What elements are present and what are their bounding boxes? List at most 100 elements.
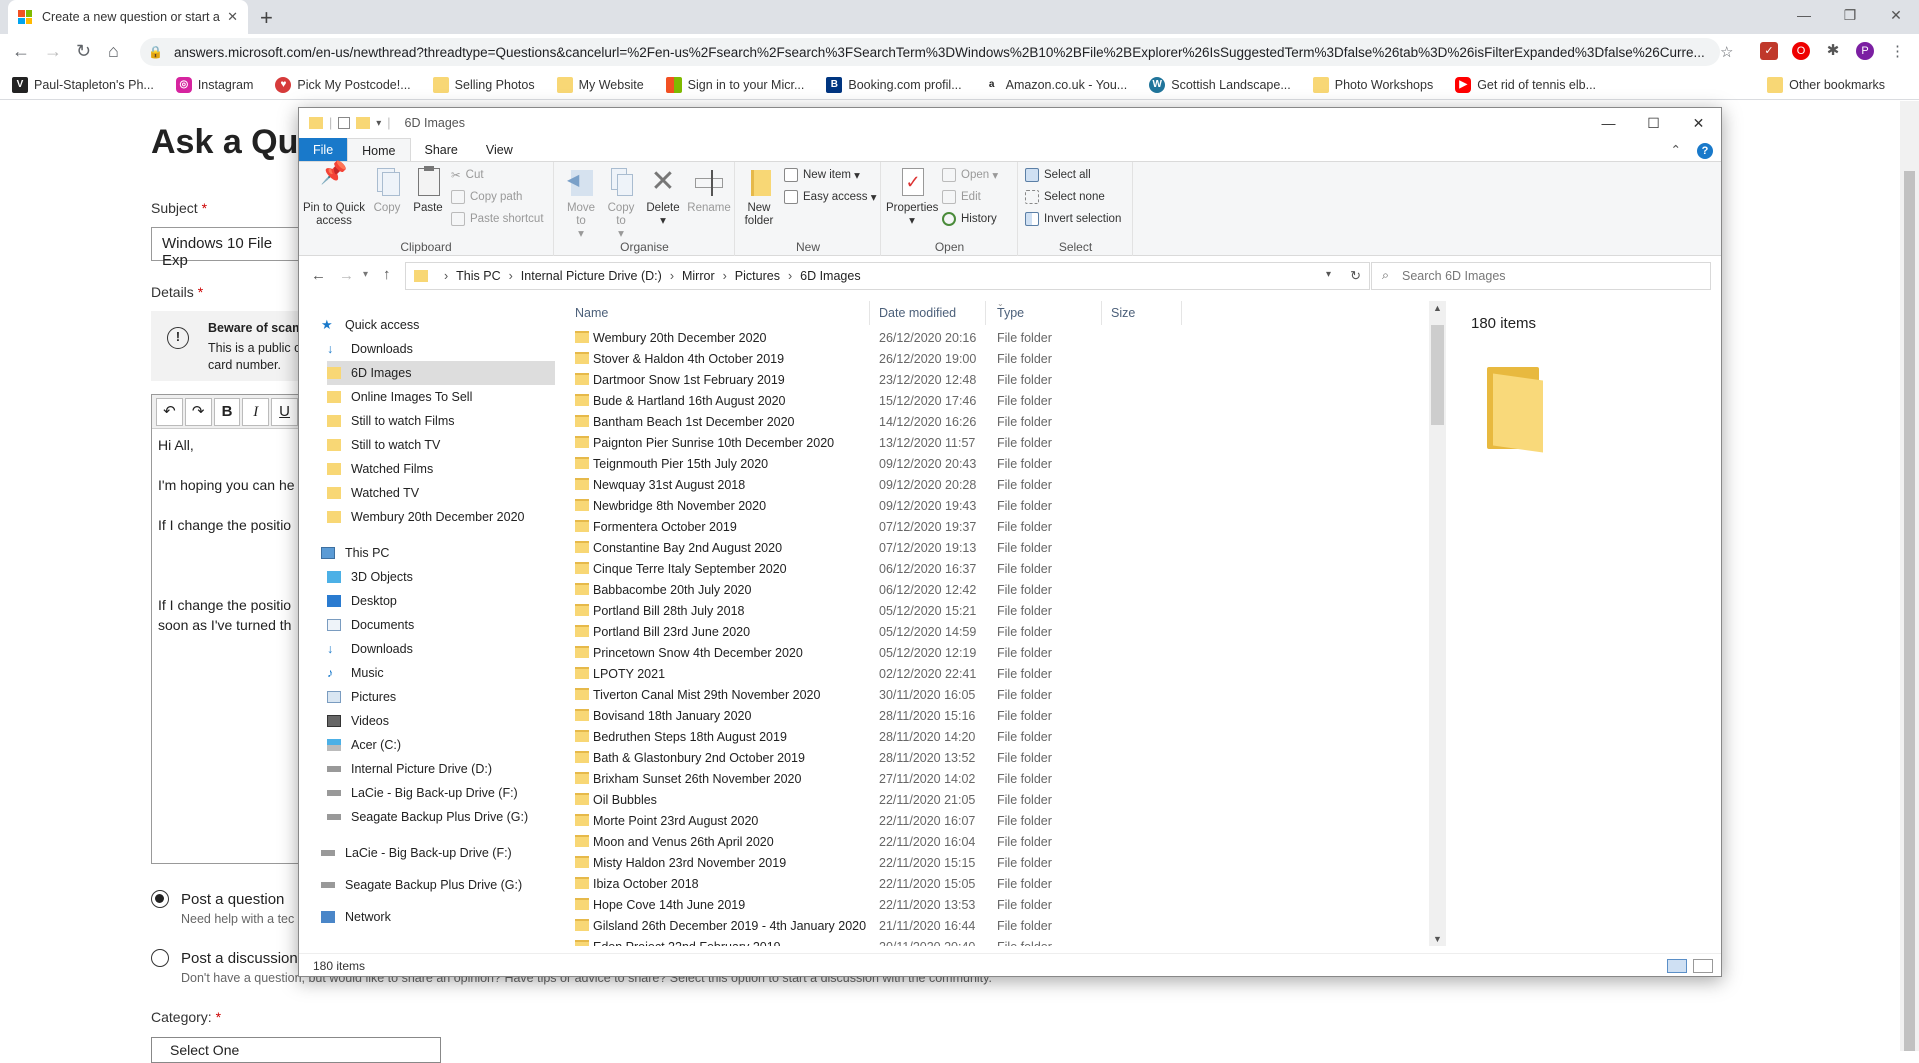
tab-home[interactable]: Home [347, 138, 411, 161]
copy-button[interactable]: Copy [369, 166, 405, 215]
invert-selection-button[interactable]: Invert selection [1025, 212, 1121, 226]
column-type[interactable]: Type [997, 306, 1024, 320]
nav-3d-objects[interactable]: 3D Objects [327, 565, 555, 589]
profile-avatar[interactable]: P [1856, 42, 1874, 60]
open-button[interactable]: Open ▾ [942, 168, 998, 182]
nav-downloads[interactable]: ↓ Downloads [327, 637, 555, 661]
pin-quick-access-button[interactable]: 📌 Pin to Quick access [303, 162, 365, 228]
nav-watched-tv[interactable]: Watched TV📌 [327, 481, 555, 505]
nav-downloads-pinned[interactable]: ↓Downloads📌 [327, 337, 555, 361]
nav-drive-f[interactable]: LaCie - Big Back-up Drive (F:) [327, 781, 555, 805]
nav-6d-images[interactable]: 6D Images📌 [327, 361, 555, 385]
tab-view[interactable]: View [472, 138, 527, 161]
nav-drive-g[interactable]: Seagate Backup Plus Drive (G:) [327, 805, 555, 829]
file-row[interactable]: Cinque Terre Italy September 2020 06/12/2… [567, 558, 1447, 579]
up-icon[interactable]: ↑ [383, 266, 391, 283]
nav-drive-d[interactable]: Internal Picture Drive (D:) [327, 757, 555, 781]
address-path[interactable]: › This PC › Internal Picture Drive (D:) › … [405, 262, 1370, 290]
file-row[interactable]: Stover & Haldon 4th October 2019 26/12/20… [567, 348, 1447, 369]
file-row[interactable]: Oil Bubbles 22/11/2020 21:05 File folder [567, 789, 1447, 810]
properties-button[interactable]: ✓ Properties ▾ [886, 166, 938, 228]
details-view-icon[interactable] [1667, 959, 1687, 973]
large-icons-view-icon[interactable] [1693, 959, 1713, 973]
italic-icon[interactable]: I [242, 397, 270, 426]
delete-button[interactable]: ✕ Delete ▾ [643, 166, 683, 228]
nav-watched-films[interactable]: Watched Films📌 [327, 457, 555, 481]
history-button[interactable]: History [942, 212, 997, 226]
file-row[interactable]: Newquay 31st August 2018 09/12/2020 20:28… [567, 474, 1447, 495]
scroll-up-icon[interactable]: ▲ [1433, 303, 1442, 313]
file-row[interactable]: Formentera October 2019 07/12/2020 19:37 F… [567, 516, 1447, 537]
radio-unselected[interactable] [151, 949, 169, 967]
nav-documents[interactable]: Documents [327, 613, 555, 637]
nav-pictures[interactable]: Pictures [327, 685, 555, 709]
lock-icon[interactable]: 🔒 [148, 45, 163, 59]
close-button[interactable]: ✕ [1676, 108, 1721, 138]
scrollbar-thumb[interactable] [1431, 325, 1444, 425]
scroll-down-icon[interactable]: ▼ [1433, 934, 1442, 944]
move-to-button[interactable]: ◀ Move to ▾ [563, 166, 599, 241]
breadcrumb-pictures[interactable]: Pictures [735, 269, 780, 283]
maximize-button[interactable]: ☐ [1631, 108, 1676, 138]
collapse-ribbon-icon[interactable]: ⌃ [1663, 138, 1689, 161]
menu-icon[interactable]: ⋮ [1890, 42, 1905, 60]
new-item-button[interactable]: New item ▾ [784, 168, 860, 182]
nav-seagate-drive[interactable]: Seagate Backup Plus Drive (G:) [321, 873, 555, 897]
page-scrollbar[interactable] [1900, 101, 1919, 1051]
scrollbar-thumb[interactable] [1904, 171, 1915, 1051]
file-row[interactable]: Paignton Pier Sunrise 10th December 2020… [567, 432, 1447, 453]
bookmark-photo-workshops[interactable]: Photo Workshops [1312, 76, 1433, 93]
file-row[interactable]: Brixham Sunset 26th November 2020 27/11/2… [567, 768, 1447, 789]
browser-tab[interactable]: Create a new question or start a ✕ [8, 0, 248, 34]
nav-network[interactable]: Network [321, 905, 555, 929]
edit-button[interactable]: Edit [942, 190, 981, 204]
column-size[interactable]: Size [1111, 306, 1135, 320]
minimize-button[interactable]: — [1586, 108, 1631, 138]
bookmark-amazon[interactable]: a Amazon.co.uk - You... [983, 76, 1127, 93]
extensions-puzzle-icon[interactable]: ✱ [1824, 42, 1842, 60]
file-row[interactable]: Bath & Glastonbury 2nd October 2019 28/11… [567, 747, 1447, 768]
nav-videos[interactable]: Videos [327, 709, 555, 733]
nav-this-pc[interactable]: This PC [321, 541, 555, 565]
other-bookmarks[interactable]: Other bookmarks [1767, 77, 1885, 93]
radio-selected[interactable] [151, 890, 169, 908]
nav-still-to-watch-films[interactable]: Still to watch Films📌 [327, 409, 555, 433]
extension-icon[interactable]: ✓ [1760, 42, 1778, 60]
rename-button[interactable]: Rename [687, 166, 731, 215]
bookmark-scottish-landscape[interactable]: W Scottish Landscape... [1149, 76, 1291, 93]
column-name[interactable]: Name [575, 306, 608, 320]
file-row[interactable]: Ibiza October 2018 22/11/2020 15:05 File f… [567, 873, 1447, 894]
bookmark-instagram[interactable]: ◎ Instagram [175, 76, 253, 93]
file-row[interactable]: Hope Cove 14th June 2019 22/11/2020 13:53… [567, 894, 1447, 915]
bookmark-booking[interactable]: B Booking.com profil... [826, 76, 962, 93]
cut-button[interactable]: ✂ Cut [451, 168, 484, 182]
tab-share[interactable]: Share [411, 138, 472, 161]
paste-shortcut-button[interactable]: Paste shortcut [451, 212, 544, 226]
redo-icon[interactable]: ↷ [184, 397, 212, 426]
easy-access-button[interactable]: Easy access ▾ [784, 190, 877, 204]
underline-icon[interactable]: U [271, 397, 298, 426]
file-row[interactable]: Babbacombe 20th July 2020 06/12/2020 12:4… [567, 579, 1447, 600]
file-row[interactable]: Portland Bill 23rd June 2020 05/12/2020 1… [567, 621, 1447, 642]
forward-icon[interactable]: → [44, 41, 62, 62]
customize-chevron-icon[interactable]: ▾ [376, 118, 381, 129]
breadcrumb-drive-d[interactable]: Internal Picture Drive (D:) [521, 269, 662, 283]
file-row[interactable]: Bovisand 18th January 2020 28/11/2020 15:… [567, 705, 1447, 726]
breadcrumb-6d-images[interactable]: 6D Images [800, 269, 860, 283]
file-row[interactable]: Teignmouth Pier 15th July 2020 09/12/2020… [567, 453, 1447, 474]
select-all-button[interactable]: Select all [1025, 168, 1091, 182]
file-row[interactable]: LPOTY 2021 02/12/2020 22:41 File folder [567, 663, 1447, 684]
select-none-button[interactable]: Select none [1025, 190, 1105, 204]
file-row[interactable]: Bude & Hartland 16th August 2020 15/12/20… [567, 390, 1447, 411]
copy-to-button[interactable]: Copy to ▾ [603, 166, 639, 241]
bookmark-microsoft[interactable]: Sign in to your Micr... [665, 76, 804, 93]
file-row[interactable]: Wembury 20th December 2020 26/12/2020 20:… [567, 327, 1447, 348]
help-icon[interactable]: ? [1689, 138, 1721, 161]
minimize-button[interactable]: — [1781, 0, 1827, 30]
details-editor[interactable]: ↶ ↷ B I U Hi All, I'm hoping you can he … [151, 394, 301, 864]
bookmark-selling-photos[interactable]: Selling Photos [432, 76, 535, 93]
file-row[interactable]: Tiverton Canal Mist 29th November 2020 30… [567, 684, 1447, 705]
nav-wembury[interactable]: Wembury 20th December 2020📌 [327, 505, 555, 529]
nav-still-to-watch-tv[interactable]: Still to watch TV📌 [327, 433, 555, 457]
home-icon[interactable]: ⌂ [108, 41, 119, 62]
